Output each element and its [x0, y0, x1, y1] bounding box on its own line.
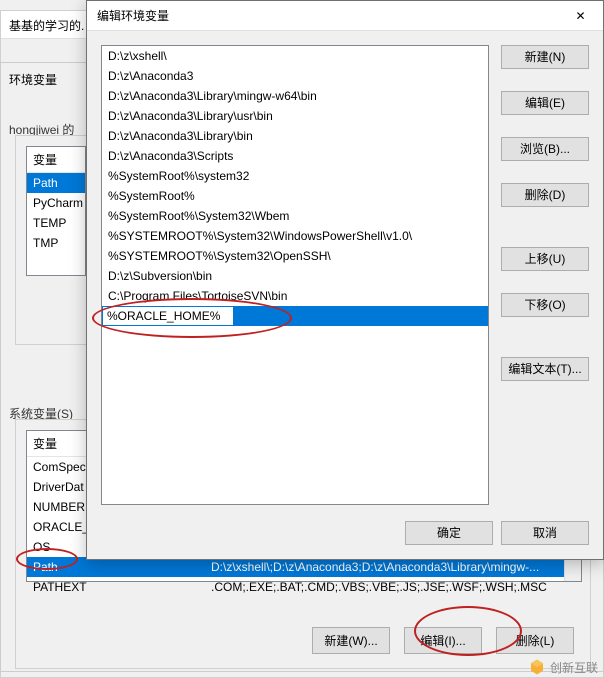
path-item[interactable]: D:\z\Subversion\bin: [102, 266, 488, 286]
path-item[interactable]: %SystemRoot%\system32: [102, 166, 488, 186]
path-item[interactable]: %SYSTEMROOT%\System32\WindowsPowerShell\…: [102, 226, 488, 246]
user-vars-col-variable[interactable]: 变量: [27, 147, 85, 173]
user-var-row[interactable]: Path: [27, 173, 85, 193]
system-delete-button[interactable]: 删除(L): [496, 627, 574, 654]
cancel-button[interactable]: 取消: [501, 521, 589, 545]
delete-button[interactable]: 删除(D): [501, 183, 589, 207]
system-var-row-path[interactable]: PathD:\z\xshell\;D:\z\Anaconda3;D:\z\Ana…: [27, 557, 581, 577]
edittext-button[interactable]: 编辑文本(T)...: [501, 357, 589, 381]
path-item[interactable]: %SystemRoot%\System32\Wbem: [102, 206, 488, 226]
path-item[interactable]: D:\z\xshell\: [102, 46, 488, 66]
path-list[interactable]: D:\z\xshell\ D:\z\Anaconda3 D:\z\Anacond…: [101, 45, 489, 505]
close-button[interactable]: ✕: [558, 1, 603, 31]
watermark-text: 创新互联: [550, 659, 598, 676]
watermark-icon: [528, 658, 546, 676]
close-icon: ✕: [575, 9, 585, 23]
path-item[interactable]: D:\z\Anaconda3\Library\bin: [102, 126, 488, 146]
moveup-button[interactable]: 上移(U): [501, 247, 589, 271]
path-item[interactable]: D:\z\Anaconda3: [102, 66, 488, 86]
path-item[interactable]: D:\z\Anaconda3\Library\usr\bin: [102, 106, 488, 126]
path-item[interactable]: %SYSTEMROOT%\System32\OpenSSH\: [102, 246, 488, 266]
env-vars-title: 环境变量: [9, 71, 57, 88]
path-item[interactable]: C:\Program Files\TortoiseSVN\bin: [102, 286, 488, 306]
modal-titlebar[interactable]: 编辑环境变量 ✕: [87, 1, 603, 31]
browse-button[interactable]: 浏览(B)...: [501, 137, 589, 161]
system-edit-button[interactable]: 编辑(I)...: [404, 627, 482, 654]
path-item[interactable]: D:\z\Anaconda3\Scripts: [102, 146, 488, 166]
path-item-editing[interactable]: %ORACLE_HOME%: [102, 306, 488, 326]
path-item[interactable]: D:\z\Anaconda3\Library\mingw-w64\bin: [102, 86, 488, 106]
modal-title: 编辑环境变量: [97, 7, 558, 24]
system-var-row[interactable]: PATHEXT.COM;.EXE;.BAT;.CMD;.VBS;.VBE;.JS…: [27, 577, 581, 597]
ok-button[interactable]: 确定: [405, 521, 493, 545]
user-var-row[interactable]: TEMP: [27, 213, 85, 233]
movedown-button[interactable]: 下移(O): [501, 293, 589, 317]
new-button[interactable]: 新建(N): [501, 45, 589, 69]
watermark: 创新互联: [528, 658, 598, 676]
edit-button[interactable]: 编辑(E): [501, 91, 589, 115]
system-new-button[interactable]: 新建(W)...: [312, 627, 390, 654]
path-edit-input[interactable]: %ORACLE_HOME%: [102, 306, 234, 326]
user-var-row[interactable]: TMP: [27, 233, 85, 253]
edit-env-var-dialog: 编辑环境变量 ✕ D:\z\xshell\ D:\z\Anaconda3 D:\…: [86, 0, 604, 560]
path-item[interactable]: %SystemRoot%: [102, 186, 488, 206]
user-var-row[interactable]: PyCharm: [27, 193, 85, 213]
user-vars-list[interactable]: 变量 Path PyCharm TEMP TMP: [26, 146, 86, 276]
